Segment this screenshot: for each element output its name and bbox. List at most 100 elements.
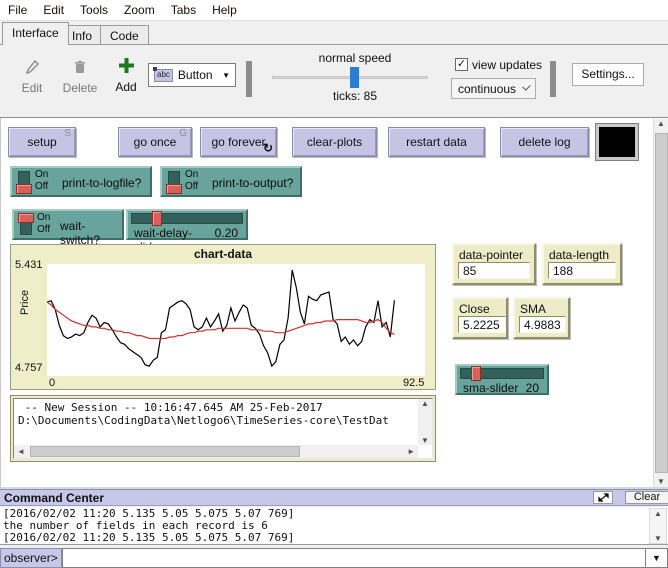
switch-label: print-to-logfile? — [62, 176, 141, 190]
command-center-scrollbar[interactable]: ▲ ▼ — [649, 508, 667, 544]
clear-button[interactable]: Clear — [625, 491, 668, 504]
scroll-down-icon[interactable]: ▼ — [418, 436, 432, 445]
restart-data-button[interactable]: restart data — [388, 127, 485, 157]
setup-button[interactable]: setup S — [8, 127, 76, 157]
monitor-value: 5.2225 — [458, 316, 506, 333]
speed-slider-label: normal speed — [280, 51, 430, 65]
close-monitor: Close 5.2225 — [452, 297, 508, 339]
clear-plots-button[interactable]: clear-plots — [292, 127, 377, 157]
switch-knob[interactable] — [166, 184, 182, 194]
observer-context-button[interactable]: observer> — [0, 548, 62, 568]
ticks-counter: ticks: 85 — [280, 89, 430, 103]
command-center-title: Command Center — [0, 491, 104, 505]
speed-slider-handle[interactable] — [350, 67, 359, 88]
update-mode-dropdown[interactable]: continuous — [451, 78, 536, 99]
forever-icon: ↻ — [263, 141, 273, 155]
x-axis-min: 0 — [49, 377, 55, 389]
on-off-labels: OnOff — [37, 212, 50, 236]
scroll-right-icon[interactable]: ► — [404, 447, 418, 456]
delete-log-button[interactable]: delete log — [500, 127, 589, 157]
plot-area — [47, 264, 425, 376]
abc-widget-icon: abc — [154, 69, 173, 82]
go-forever-label: go forever — [211, 135, 265, 149]
delete-label: Delete — [63, 81, 98, 95]
menu-tabs[interactable]: Tabs — [163, 1, 204, 19]
switch-knob[interactable] — [16, 184, 32, 194]
y-axis-max: 5.431 — [15, 259, 43, 271]
on-off-labels: OnOff — [185, 169, 198, 193]
scroll-up-icon[interactable]: ▲ — [654, 119, 668, 128]
chevron-down-icon: ▼ — [222, 71, 230, 80]
monitor-label: data-pointer — [459, 248, 523, 262]
sma-slider[interactable]: sma-slider 20 — [455, 364, 549, 395]
chevron-down-icon: ▼ — [652, 553, 661, 563]
tab-interface[interactable]: Interface — [2, 22, 69, 45]
command-center-output[interactable]: [2016/02/02 11:20 5.135 5.05 5.075 5.07 … — [0, 507, 668, 545]
scroll-up-icon[interactable]: ▲ — [418, 399, 432, 408]
switch-knob[interactable] — [18, 213, 34, 223]
command-center-header: Command Center — [0, 489, 668, 506]
delete-log-label: delete log — [518, 135, 570, 149]
delete-button[interactable]: Delete — [56, 59, 104, 95]
wait-switch[interactable]: OnOff wait-switch? — [12, 209, 124, 240]
menu-edit[interactable]: Edit — [35, 1, 72, 19]
monitor-label: SMA — [520, 302, 546, 316]
menu-zoom[interactable]: Zoom — [116, 1, 163, 19]
go-once-label: go once — [134, 135, 177, 149]
world-view[interactable] — [596, 124, 638, 160]
monitor-value: 188 — [548, 262, 616, 279]
menu-file[interactable]: File — [0, 1, 35, 19]
print-to-output-switch[interactable]: OnOff print-to-output? — [160, 166, 302, 197]
slider-track[interactable] — [131, 213, 243, 224]
toolbar-separator — [550, 61, 556, 97]
scrollbar-thumb[interactable] — [30, 446, 300, 457]
go-forever-button[interactable]: go forever ↻ — [200, 127, 277, 157]
switch-label: wait-switch? — [60, 219, 122, 247]
go-once-button[interactable]: go once G — [118, 127, 192, 157]
scroll-down-icon[interactable]: ▼ — [654, 477, 668, 486]
wait-delay-slider[interactable]: wait-delay-slider 0.20 — [126, 209, 248, 240]
scrollbar-thumb[interactable] — [655, 133, 668, 473]
slider-knob[interactable] — [471, 366, 481, 381]
menu-tools[interactable]: Tools — [72, 1, 116, 19]
setup-label: setup — [27, 135, 56, 149]
view-updates-checkbox[interactable]: ✓ — [455, 58, 468, 71]
clear-plots-label: clear-plots — [307, 135, 362, 149]
scroll-left-icon[interactable]: ◄ — [14, 447, 28, 456]
command-center-expand-button[interactable] — [593, 491, 613, 504]
shortcut-key: G — [179, 128, 187, 139]
command-input[interactable] — [62, 548, 645, 568]
widget-type-value: Button — [178, 68, 213, 82]
menu-bar: File Edit Tools Zoom Tabs Help — [0, 0, 668, 21]
chart-title: chart-data — [11, 247, 435, 261]
shortcut-key: S — [64, 128, 71, 139]
plus-icon — [118, 57, 135, 77]
edit-button[interactable]: Edit — [12, 59, 52, 95]
toolbar-separator — [246, 61, 252, 97]
output-horizontal-scrollbar[interactable]: ◄ ► — [14, 445, 418, 458]
sma-monitor: SMA 4.9883 — [513, 297, 570, 339]
edit-label: Edit — [22, 81, 43, 95]
output-vertical-scrollbar[interactable]: ▲ ▼ — [418, 399, 432, 445]
monitor-label: data-length — [549, 248, 609, 262]
y-axis-label: Price — [19, 290, 31, 315]
widget-type-dropdown[interactable]: abc Button ▼ — [148, 63, 236, 87]
x-axis-max: 92.5 — [403, 377, 424, 389]
switch-label: print-to-output? — [212, 176, 293, 190]
interface-vertical-scrollbar[interactable]: ▲ ▼ — [653, 119, 668, 487]
tab-strip: Interface Info Code — [0, 21, 668, 45]
print-to-logfile-switch[interactable]: OnOff print-to-logfile? — [10, 166, 152, 197]
context-dropdown-button[interactable]: ▼ — [645, 548, 668, 568]
tab-code[interactable]: Code — [100, 25, 149, 45]
restart-data-label: restart data — [406, 135, 467, 149]
update-mode-value: continuous — [458, 82, 516, 96]
scroll-up-icon[interactable]: ▲ — [650, 509, 666, 518]
trash-icon — [72, 59, 88, 78]
on-off-labels: OnOff — [35, 169, 48, 193]
settings-button[interactable]: Settings... — [572, 63, 644, 86]
menu-help[interactable]: Help — [204, 1, 245, 19]
interface-toolbar: Edit Delete Add abc Button ▼ normal spee… — [0, 45, 668, 118]
slider-knob[interactable] — [152, 211, 162, 226]
add-button[interactable]: Add — [108, 57, 144, 94]
scroll-down-icon[interactable]: ▼ — [650, 534, 666, 543]
